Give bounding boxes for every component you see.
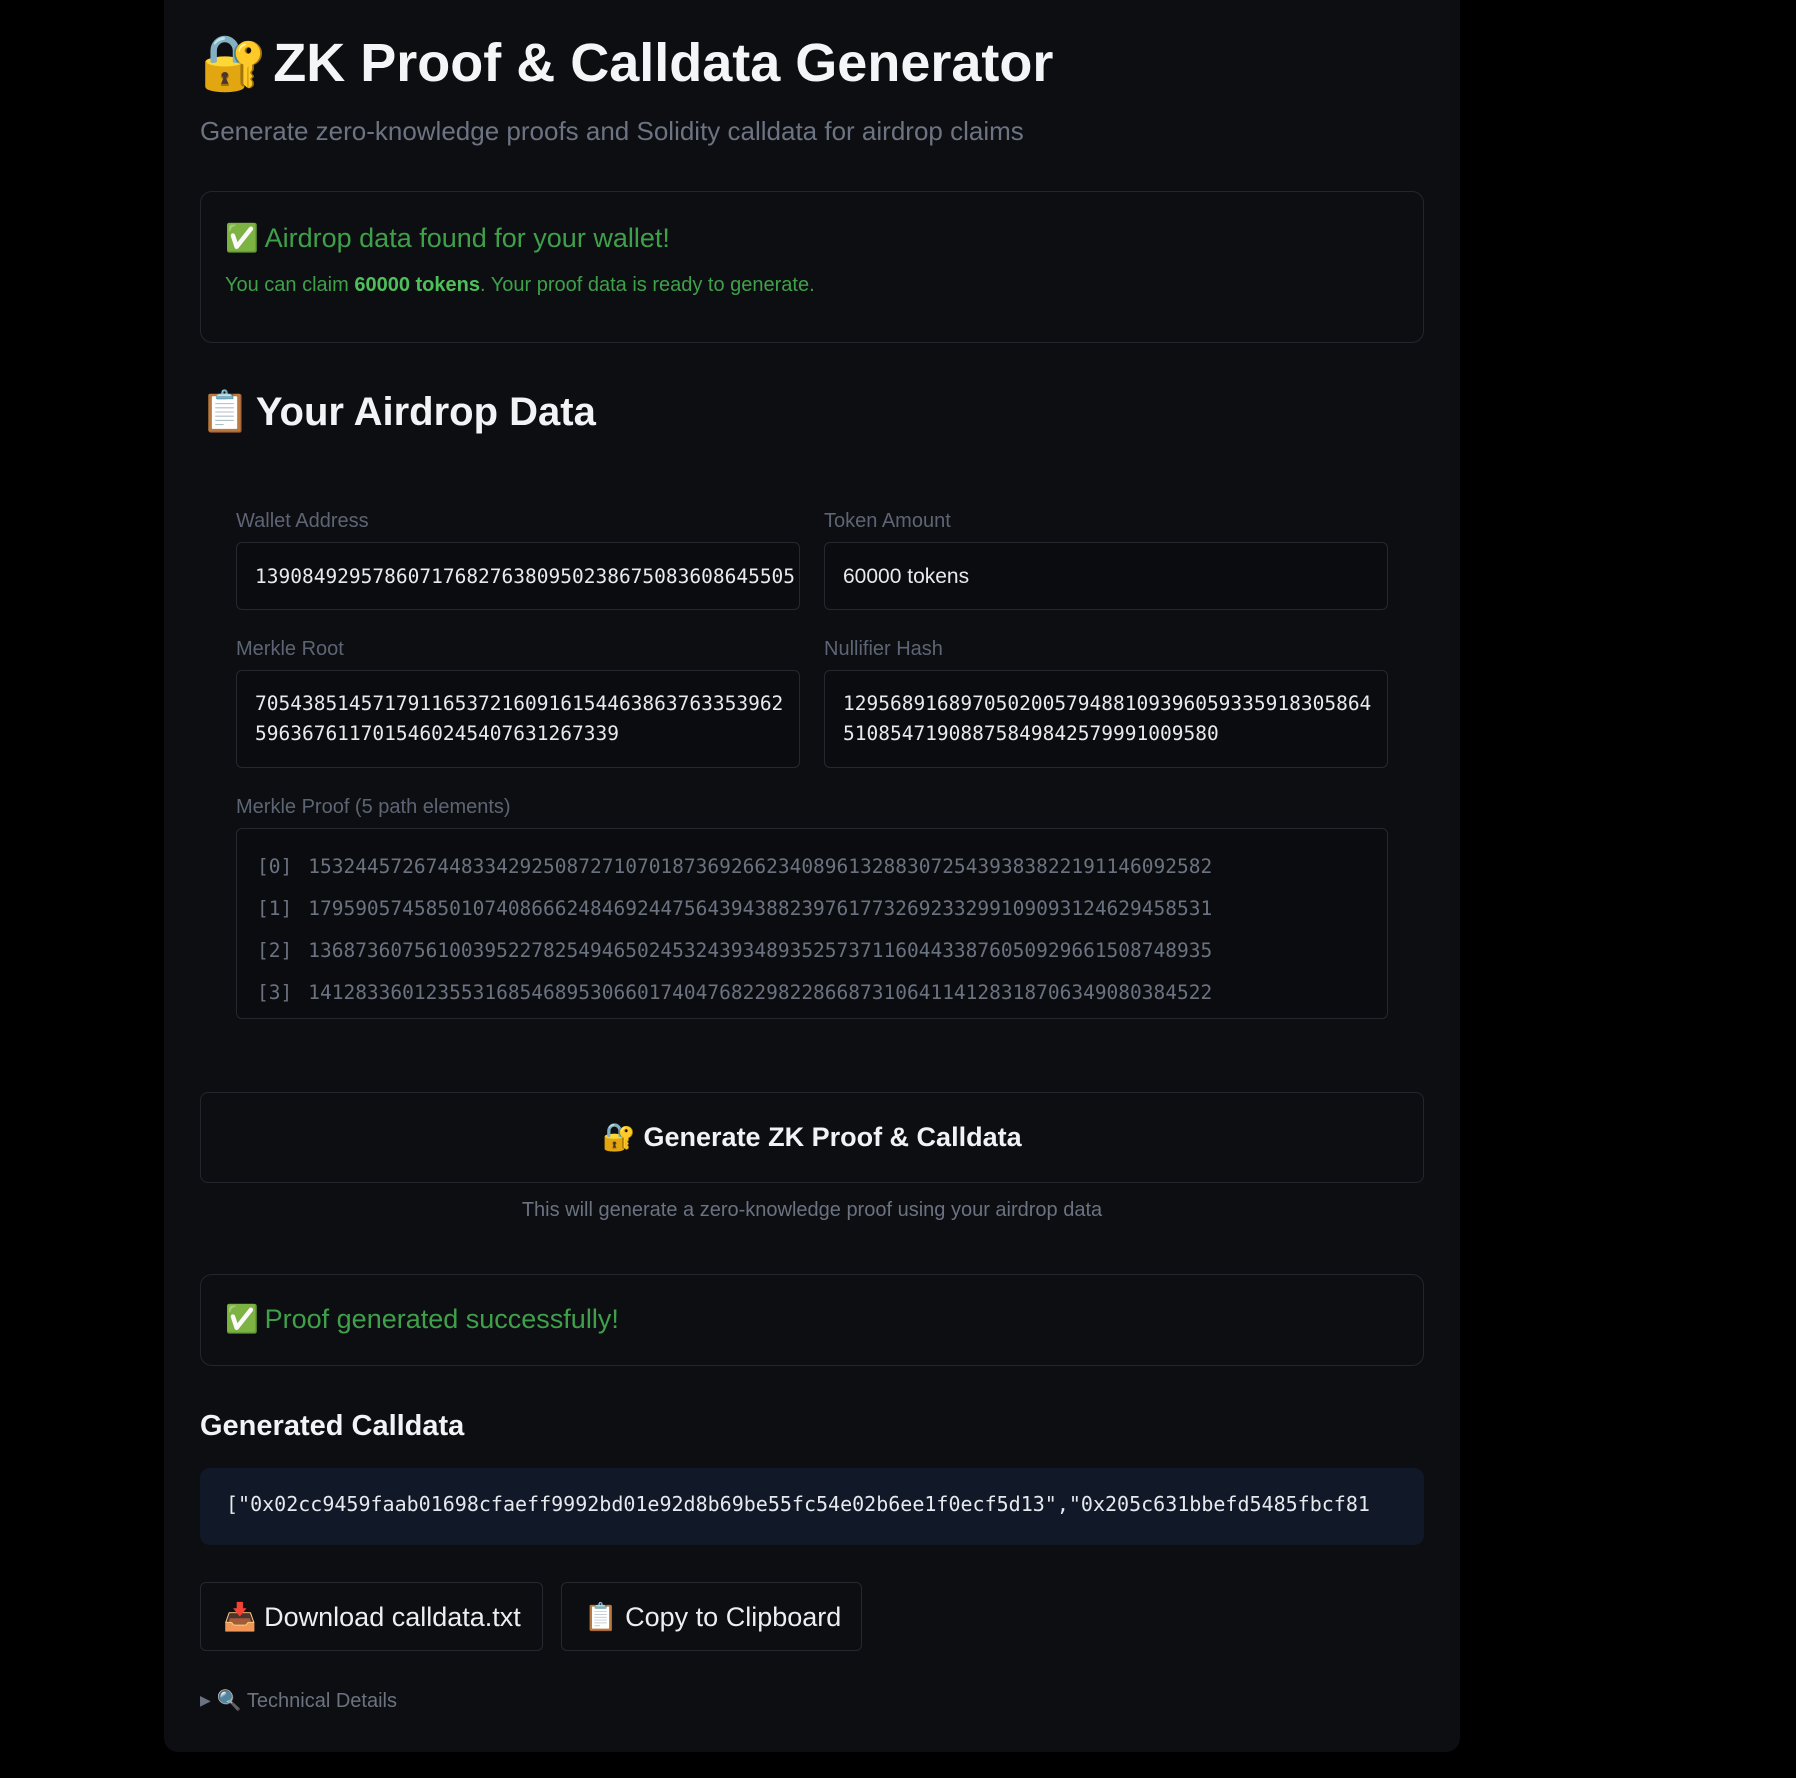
nullifier-hash-field[interactable]: 1295689168970502005794881093960593359183… [824,670,1388,768]
message-suffix: . Your proof data is ready to generate. [479,274,815,296]
wallet-address-value: 1390849295786071768276380950238675083608… [255,565,796,588]
airdrop-data-heading-text: Your Airdrop Data [255,390,596,434]
nullifier-hash-value: 1295689168970502005794881093960593359183… [843,692,1372,745]
airdrop-found-title-text: Airdrop data found for your wallet! [264,223,670,253]
page-title: 🔐 ZK Proof & Calldata Generator [200,32,1053,95]
token-amount-value: 60000 tokens [843,565,970,588]
proof-success-alert: ✅ Proof generated successfully! [200,1274,1424,1366]
generate-proof-label-text: Generate ZK Proof & Calldata [643,1122,1022,1152]
inbox-tray-icon: 📥 [223,1602,257,1632]
nullifier-hash-label: Nullifier Hash [824,638,943,660]
generate-hint: This will generate a zero-knowledge proo… [521,1199,1103,1221]
main-panel: 🔐 ZK Proof & Calldata Generator Generate … [164,0,1460,1752]
technical-details-label: Technical Details [246,1690,397,1712]
proof-index: [0] [257,855,293,878]
proof-success-title: ✅ Proof generated successfully! [225,1303,619,1335]
merkle-proof-item: [0] 1532445726744833429250872710701873692… [257,855,1212,878]
technical-details-toggle[interactable]: ▶ 🔍 Technical Details [200,1688,397,1713]
clipboard-icon: 📋 [584,1602,618,1632]
proof-value: 1795905745850107408666248469244756439438… [308,897,1213,920]
airdrop-data-heading: 📋 Your Airdrop Data [200,388,596,435]
airdrop-found-alert: ✅ Airdrop data found for your wallet! You… [200,191,1424,343]
lock-key-icon: 🔐 [602,1122,636,1152]
proof-index: [2] [257,939,293,962]
download-calldata-button[interactable]: 📥 Download calldata.txt [200,1582,543,1651]
generate-proof-button-label: 🔐 Generate ZK Proof & Calldata [201,1121,1423,1153]
claim-amount: 60000 tokens [354,274,480,296]
download-label-text: Download calldata.txt [264,1602,521,1632]
merkle-proof-item: [3] 1412833601235531685468953066017404768… [257,981,1212,1004]
merkle-proof-item: [2] 1368736075610039522782549465024532439… [257,939,1212,962]
page-subtitle: Generate zero-knowledge proofs and Solid… [200,116,1024,146]
merkle-proof-item: [1] 1795905745850107408666248469244756439… [257,897,1212,920]
calldata-heading: Generated Calldata [200,1410,465,1442]
check-mark-icon: ✅ [225,1304,259,1334]
proof-index: [1] [257,897,293,920]
token-amount-field[interactable]: 60000 tokens [824,542,1388,610]
proof-success-title-text: Proof generated successfully! [264,1304,619,1334]
chevron-right-icon: ▶ [200,1692,211,1708]
proof-index: [3] [257,981,293,1004]
proof-value: 1532445726744833429250872710701873692662… [308,855,1213,878]
lock-key-icon: 🔐 [200,33,268,93]
merkle-proof-list[interactable]: [0] 1532445726744833429250872710701873692… [236,828,1388,1019]
download-calldata-label: 📥 Download calldata.txt [223,1601,521,1633]
merkle-proof-label: Merkle Proof (5 path elements) [236,796,511,818]
wallet-address-field[interactable]: 1390849295786071768276380950238675083608… [236,542,800,610]
generate-proof-button[interactable]: 🔐 Generate ZK Proof & Calldata [200,1092,1424,1183]
calldata-code-block[interactable]: ["0x02cc9459faab01698cfaeff9992bd01e92d8… [200,1468,1424,1545]
copy-to-clipboard-label: 📋 Copy to Clipboard [584,1601,841,1633]
message-prefix: You can claim [225,274,355,296]
copy-label-text: Copy to Clipboard [625,1602,842,1632]
proof-value: 1412833601235531685468953066017404768229… [308,981,1213,1004]
token-amount-label: Token Amount [824,510,951,532]
check-mark-icon: ✅ [225,223,259,253]
calldata-value: ["0x02cc9459faab01698cfaeff9992bd01e92d8… [226,1492,1370,1516]
airdrop-found-title: ✅ Airdrop data found for your wallet! [225,222,670,254]
airdrop-found-message: You can claim 60000 tokens. Your proof d… [225,274,815,297]
clipboard-icon: 📋 [200,390,250,434]
proof-value: 1368736075610039522782549465024532439348… [308,939,1213,962]
copy-to-clipboard-button[interactable]: 📋 Copy to Clipboard [561,1582,862,1651]
merkle-root-value: 7054385145717911653721609161544638637633… [255,692,784,745]
magnifier-icon: 🔍 [216,1690,242,1712]
merkle-root-label: Merkle Root [236,638,344,660]
merkle-root-field[interactable]: 7054385145717911653721609161544638637633… [236,670,800,768]
wallet-address-label: Wallet Address [236,510,369,532]
page-title-text: ZK Proof & Calldata Generator [273,33,1054,93]
